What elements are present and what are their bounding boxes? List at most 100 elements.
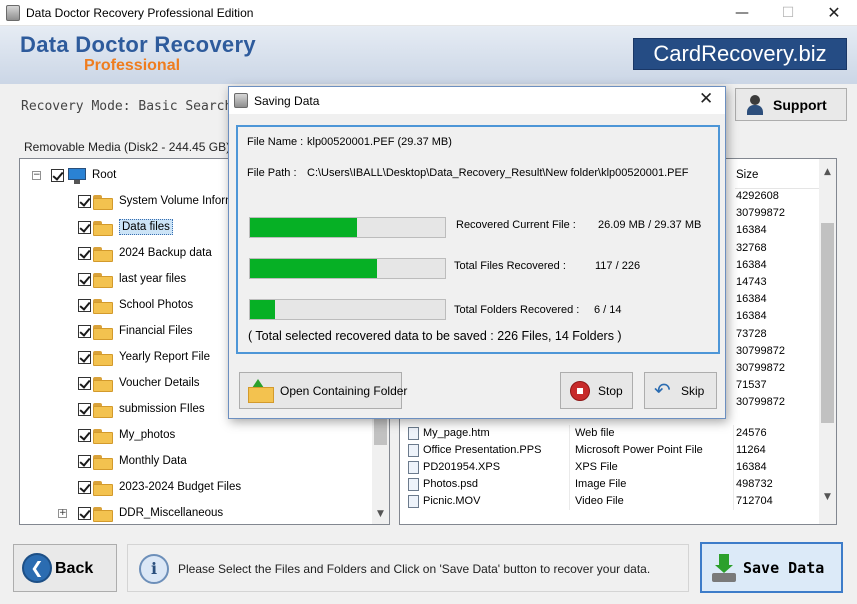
file-icon <box>408 427 419 440</box>
checkbox[interactable] <box>78 247 91 260</box>
progress-fill <box>250 218 358 237</box>
file-row[interactable]: Photos.psd Image File 498732 <box>400 476 819 493</box>
folder-icon <box>93 377 113 392</box>
checkbox[interactable] <box>78 455 91 468</box>
scroll-up-icon[interactable]: ▲ <box>819 167 836 177</box>
tree-item-label: 2024 Backup data <box>119 247 212 259</box>
stop-button-label: Stop <box>598 384 623 398</box>
tree-item-label: Monthly Data <box>119 455 187 467</box>
size-cell: 30799872 <box>736 362 785 374</box>
progress-fill <box>250 259 377 278</box>
folder-icon <box>93 403 113 418</box>
checkbox[interactable] <box>78 325 91 338</box>
current-file-progress-value: 26.09 MB / 29.37 MB <box>598 219 702 231</box>
scroll-down-icon[interactable]: ▼ <box>372 509 389 519</box>
minimize-button[interactable]: — <box>719 0 765 26</box>
scroll-down-icon[interactable]: ▼ <box>819 492 836 502</box>
size-cell: 30799872 <box>736 207 785 220</box>
file-row[interactable]: PD201954.XPS XPS File 16384 <box>400 459 819 476</box>
media-label: Removable Media (Disk2 - 244.45 GB) <box>24 140 231 154</box>
computer-icon <box>68 168 86 184</box>
checkbox[interactable] <box>78 273 91 286</box>
expand-icon[interactable]: + <box>58 509 67 518</box>
folder-icon <box>93 299 113 314</box>
maximize-button[interactable]: ☐ <box>765 0 811 26</box>
open-containing-folder-button[interactable]: Open Containing Folder <box>239 372 407 409</box>
dialog-title: Saving Data <box>254 94 320 108</box>
dialog-title-bar: Saving Data ✕ <box>229 87 725 114</box>
folder-icon <box>93 481 113 496</box>
tree-item-label: Data files <box>119 219 173 235</box>
folders-progress-value: 6 / 14 <box>594 304 622 316</box>
tree-item-label: Voucher Details <box>119 377 200 389</box>
file-size: 11264 <box>736 444 766 456</box>
file-row[interactable]: Office Presentation.PPS Microsoft Power P… <box>400 442 819 459</box>
support-person-icon <box>746 95 764 115</box>
window-title: Data Doctor Recovery Professional Editio… <box>26 6 254 20</box>
size-cell: 16384 <box>736 258 767 271</box>
current-file-progress-bar <box>249 217 446 238</box>
folders-progress-label: Total Folders Recovered : <box>454 304 580 316</box>
stop-button[interactable]: Stop <box>560 372 633 409</box>
site-logo: CardRecovery.biz <box>633 38 847 70</box>
folder-icon <box>93 325 113 340</box>
file-row[interactable]: My_page.htm Web file 24576 <box>400 425 819 442</box>
stop-icon <box>570 381 590 401</box>
file-size: 498732 <box>736 478 773 490</box>
tree-item[interactable]: My_photos <box>20 425 380 447</box>
back-button[interactable]: ❮ Back <box>13 544 117 592</box>
size-cell: 71537 <box>736 379 767 392</box>
file-row[interactable]: Picnic.MOV Video File 712704 <box>400 493 819 510</box>
file-type: Video File <box>575 495 624 507</box>
size-cell: 30799872 <box>736 344 785 357</box>
file-name: Office Presentation.PPS <box>423 444 542 456</box>
checkbox[interactable] <box>78 481 91 494</box>
skip-button[interactable]: ↶ Skip <box>644 372 717 409</box>
size-column-header[interactable]: Size <box>735 159 819 189</box>
dialog-close-icon[interactable]: ✕ <box>699 89 713 109</box>
tree-item-label: My_photos <box>119 429 176 441</box>
list-scrollbar[interactable]: ▲ ▼ <box>819 159 836 524</box>
file-name: Picnic.MOV <box>423 495 481 507</box>
checkbox[interactable] <box>78 403 91 416</box>
checkbox[interactable] <box>51 169 64 182</box>
progress-fill <box>250 300 276 319</box>
checkbox[interactable] <box>78 377 91 390</box>
checkbox[interactable] <box>78 299 91 312</box>
app-icon <box>234 93 248 108</box>
file-icon <box>408 478 419 491</box>
checkbox[interactable] <box>78 351 91 364</box>
close-button[interactable]: ✕ <box>811 0 857 26</box>
skip-button-label: Skip <box>681 384 705 398</box>
checkbox[interactable] <box>78 195 91 208</box>
checkbox[interactable] <box>78 221 91 234</box>
folder-icon <box>93 273 113 288</box>
save-data-button[interactable]: Save Data <box>700 542 843 593</box>
size-cell: 30799872 <box>736 396 785 409</box>
file-type: Image File <box>575 478 627 490</box>
tree-item[interactable]: 2023-2024 Budget Files <box>20 477 380 499</box>
scroll-thumb[interactable] <box>821 223 834 423</box>
tree-root-label: Root <box>92 169 117 181</box>
checkbox[interactable] <box>78 507 91 520</box>
files-progress-bar <box>249 258 446 279</box>
brand-subtitle: Professional <box>84 57 181 74</box>
file-icon <box>408 461 419 474</box>
footer-bar: ❮ Back i Please Select the Files and Fol… <box>0 530 857 604</box>
folders-progress-bar <box>249 299 446 320</box>
size-cell: 14743 <box>736 276 767 288</box>
support-button[interactable]: Support <box>735 88 847 121</box>
save-data-button-label: Save Data <box>743 559 825 577</box>
file-path-value: C:\Users\IBALL\Desktop\Data_Recovery_Res… <box>307 167 689 179</box>
collapse-icon[interactable]: − <box>32 171 41 180</box>
file-size: 712704 <box>736 495 773 507</box>
checkbox[interactable] <box>78 429 91 442</box>
folder-icon <box>93 351 113 366</box>
download-drive-icon <box>712 554 736 582</box>
tree-item-label: last year files <box>119 273 187 285</box>
tree-item[interactable]: + DDR_Miscellaneous <box>20 503 380 524</box>
folder-icon <box>93 455 113 470</box>
tree-item[interactable]: Monthly Data <box>20 451 380 473</box>
folder-icon <box>93 429 113 444</box>
skip-arrow-icon: ↶ <box>654 378 671 402</box>
